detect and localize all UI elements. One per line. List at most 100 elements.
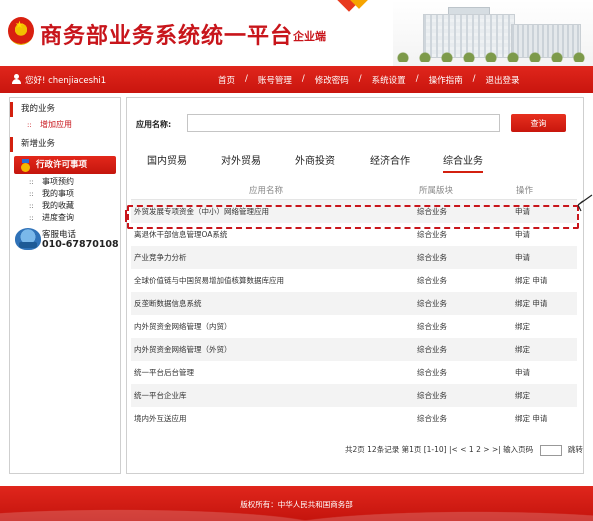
section-cell: 综合业务 <box>417 299 447 308</box>
app-name-cell: 内外贸资金网络管理（内贸） <box>134 322 232 331</box>
nav-account-link[interactable]: 账号管理 <box>256 74 294 86</box>
hotline-number: 010-67870108 <box>42 239 119 250</box>
nav-guide-link[interactable]: 操作指南 <box>427 74 465 86</box>
customer-hotline: 客服电话 010-67870108 <box>10 227 120 257</box>
app-name-cell: 统一平台企业库 <box>134 391 187 400</box>
bullet-icon: :: <box>29 202 34 210</box>
site-subtitle: 企业端 <box>293 30 326 43</box>
sidebar-add-app-link[interactable]: :: 增加应用 <box>10 117 120 133</box>
selection-marker <box>125 210 127 222</box>
section-cell: 综合业务 <box>417 345 447 354</box>
action-link[interactable]: 绑定 申请 <box>515 269 547 292</box>
column-header-action: 操作 <box>516 186 534 196</box>
nav-home-link[interactable]: 首页 <box>216 74 237 86</box>
national-emblem-icon <box>8 17 34 45</box>
telephone-icon <box>15 228 41 250</box>
action-link[interactable]: 绑定 <box>515 384 530 407</box>
nav-change-password-link[interactable]: 修改密码 <box>313 74 351 86</box>
sidebar-item-admin-license[interactable]: 行政许可事项 <box>14 156 116 174</box>
category-tabs: 国内贸易 对外贸易 外商投资 经济合作 综合业务 <box>143 152 523 174</box>
action-link[interactable]: 申请 <box>515 246 530 269</box>
sidebar-item-label: 我的事项 <box>42 189 74 198</box>
tab-foreign-investment[interactable]: 外商投资 <box>295 152 335 167</box>
main-panel: 应用名称: 查询 国内贸易 对外贸易 外商投资 经济合作 综合业务 应用名称 所… <box>125 97 584 474</box>
nav-logout-link[interactable]: 退出登录 <box>483 74 521 86</box>
site-header: 商务部业务系统统一平台 企业端 <box>0 0 593 66</box>
section-cell: 综合业务 <box>417 253 447 262</box>
sidebar-item-label: 我的收藏 <box>42 201 74 210</box>
table-row: 离退休干部信息管理OA系统 综合业务 申请 <box>131 223 577 246</box>
table-row: 内外贸资金网络管理（内贸） 综合业务 绑定 <box>131 315 577 338</box>
table-row: 全球价值链与中国贸易增加值核算数据库应用 综合业务 绑定 申请 <box>131 269 577 292</box>
table-row: 内外贸资金网络管理（外贸） 综合业务 绑定 <box>131 338 577 361</box>
tab-comprehensive-business[interactable]: 综合业务 <box>443 152 483 173</box>
page-number-input[interactable] <box>539 444 562 456</box>
ribbon-decoration <box>330 0 380 14</box>
sidebar-active-label: 行政许可事项 <box>36 160 88 170</box>
top-nav-bar: 您好! chenjiaceshi1 首页 / 账号管理 / 修改密码 / 系统设… <box>0 66 593 93</box>
app-name-cell: 外贸发展专项资金（中小）网络管理应用 <box>134 207 269 216</box>
column-header-app-name: 应用名称 <box>249 186 284 196</box>
app-name-cell: 全球价值链与中国贸易增加值核算数据库应用 <box>134 276 284 285</box>
bullet-icon: :: <box>29 190 34 198</box>
section-cell: 综合业务 <box>417 414 447 423</box>
last-page-link[interactable]: >| <box>492 445 501 454</box>
column-header-section: 所属版块 <box>419 186 454 196</box>
table-row: 外贸发展专项资金（中小）网络管理应用 综合业务 申请 <box>131 200 577 223</box>
app-name-cell: 内外贸资金网络管理（外贸） <box>134 345 232 354</box>
first-page-link[interactable]: |< <box>449 445 458 454</box>
nav-links: 首页 / 账号管理 / 修改密码 / 系统设置 / 操作指南 / 退出登录 <box>216 74 521 86</box>
action-link[interactable]: 申请 <box>515 200 530 223</box>
pagination-summary: 共2页 12条记录 第1页 [1-10] <box>345 445 447 454</box>
site-title: 商务部业务系统统一平台 <box>40 23 294 49</box>
page-input-label: 输入页码 <box>503 445 534 454</box>
table-row: 产业竞争力分析 综合业务 申请 <box>131 246 577 269</box>
sidebar-add-app-label: 增加应用 <box>40 120 72 129</box>
site-footer: 版权所有：中华人民共和国商务部 <box>0 486 593 521</box>
next-page-link[interactable]: > <box>483 445 489 454</box>
tab-economic-cooperation[interactable]: 经济合作 <box>370 152 410 167</box>
copyright-text: 版权所有：中华人民共和国商务部 <box>240 500 353 509</box>
action-link[interactable]: 绑定 申请 <box>515 407 547 430</box>
medal-icon <box>21 159 30 172</box>
table-row: 统一平台企业库 综合业务 绑定 <box>131 384 577 407</box>
table-row: 境内外互送应用 综合业务 绑定 申请 <box>131 407 577 430</box>
sidebar-item-my-matters[interactable]: :: 我的事项 <box>10 188 120 200</box>
tab-foreign-trade[interactable]: 对外贸易 <box>221 152 261 167</box>
query-button[interactable]: 查询 <box>511 114 566 132</box>
page-link[interactable]: 1 <box>469 445 474 454</box>
bullet-icon: :: <box>29 214 34 222</box>
table-body: 外贸发展专项资金（中小）网络管理应用 综合业务 申请 离退休干部信息管理OA系统 综合… <box>131 200 577 430</box>
nav-separator: / <box>245 74 248 84</box>
page-link[interactable]: 2 <box>476 445 481 454</box>
table-row: 反垄断数据信息系统 综合业务 绑定 申请 <box>131 292 577 315</box>
sidebar-item-progress[interactable]: :: 进度查询 <box>10 212 120 224</box>
jump-button[interactable]: 跳转 <box>568 445 583 454</box>
sidebar-heading-new-business: 新增业务 <box>10 137 120 152</box>
tab-domestic-trade[interactable]: 国内贸易 <box>147 152 187 167</box>
app-name-cell: 离退休干部信息管理OA系统 <box>134 230 228 239</box>
action-link[interactable]: 绑定 申请 <box>515 292 547 315</box>
action-link[interactable]: 绑定 <box>515 315 530 338</box>
user-greeting: 您好! chenjiaceshi1 <box>25 76 107 86</box>
table-row: 统一平台后台管理 综合业务 申请 <box>131 361 577 384</box>
nav-separator: / <box>415 74 419 84</box>
section-cell: 综合业务 <box>417 207 447 216</box>
action-link[interactable]: 申请 <box>515 361 530 384</box>
sidebar-item-favorites[interactable]: :: 我的收藏 <box>10 200 120 212</box>
user-icon <box>12 74 21 84</box>
action-link[interactable]: 申请 <box>515 223 530 246</box>
bullet-icon: :: <box>27 121 32 129</box>
pagination: 共2页 12条记录 第1页 [1-10] |< < 1 2 > >| 输入页码 … <box>345 444 583 456</box>
nav-separator: / <box>301 74 305 84</box>
sidebar-item-label: 进度查询 <box>42 213 74 222</box>
nav-settings-link[interactable]: 系统设置 <box>370 74 408 86</box>
prev-page-link[interactable]: < <box>460 445 466 454</box>
app-name-search-input[interactable] <box>187 114 500 132</box>
section-cell: 综合业务 <box>417 230 447 239</box>
nav-separator: / <box>472 74 476 84</box>
app-name-cell: 统一平台后台管理 <box>134 368 194 377</box>
action-link[interactable]: 绑定 <box>515 338 530 361</box>
sidebar-item-label: 事项预约 <box>42 177 74 186</box>
sidebar-item-appointment[interactable]: :: 事项预约 <box>10 176 120 188</box>
